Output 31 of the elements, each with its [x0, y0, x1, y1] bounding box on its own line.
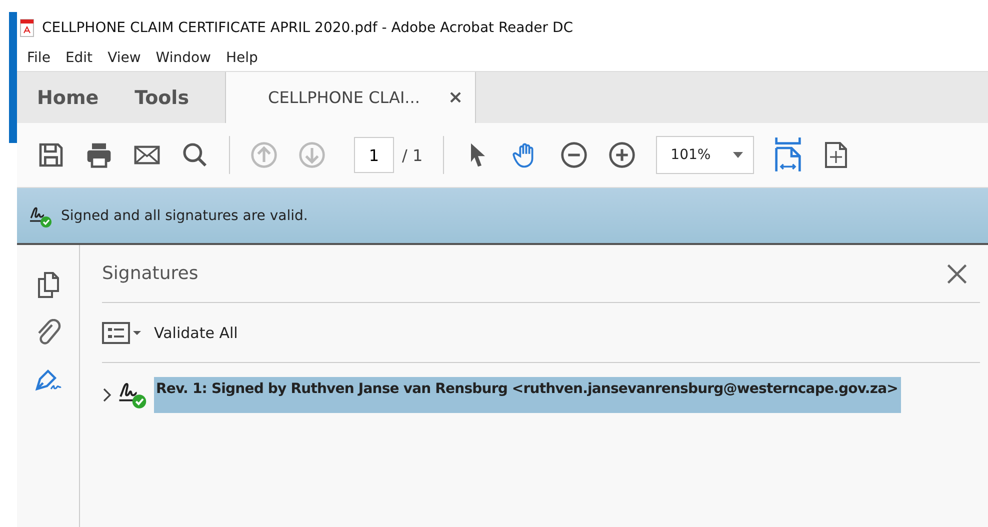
page-total: / 1	[402, 146, 423, 164]
validate-all-button[interactable]: Validate All	[154, 324, 238, 342]
zoom-dropdown[interactable]: 101%	[656, 136, 754, 174]
document-tab[interactable]: CELLPHONE CLAI... ×	[225, 72, 476, 123]
print-icon[interactable]	[85, 141, 113, 169]
menu-item[interactable]: View	[108, 50, 141, 66]
paperclip-icon[interactable]	[35, 319, 61, 347]
expand-icon[interactable]	[102, 388, 112, 402]
nav-tab[interactable]: Tools	[116, 72, 208, 123]
menu-item[interactable]: Window	[156, 50, 211, 66]
fit-width-icon[interactable]	[774, 137, 802, 173]
search-icon[interactable]	[181, 141, 209, 169]
close-icon[interactable]	[946, 262, 968, 284]
pdf-file-icon	[20, 18, 34, 36]
panel-title: Signatures	[102, 263, 198, 284]
pages-icon[interactable]	[35, 271, 61, 299]
zoom-out-icon[interactable]	[560, 141, 588, 169]
save-icon[interactable]	[37, 141, 65, 169]
menu-item[interactable]: Edit	[65, 50, 93, 66]
tab-label: CELLPHONE CLAI...	[268, 88, 420, 107]
close-tab-button[interactable]: ×	[448, 87, 464, 108]
banner-text: Signed and all signatures are valid.	[61, 208, 308, 224]
caret-icon	[732, 152, 743, 158]
nav-tab[interactable]: Home	[17, 72, 117, 123]
zoom-in-icon[interactable]	[608, 141, 636, 169]
window-title: CELLPHONE CLAIM CERTIFICATE APRIL 2020.pdf - Adobe Acrobat Reader DC	[42, 20, 574, 36]
menu-item[interactable]: Help	[226, 50, 258, 66]
signature-entry[interactable]: Rev. 1: Signed by Ruthven Janse van Rensburg <ruthven.jansevanrensburg@westerncape.gov.za>	[154, 377, 901, 413]
options-menu-icon[interactable]	[102, 320, 142, 344]
page-field[interactable]: 1	[354, 137, 394, 173]
menu-item[interactable]: File	[27, 50, 50, 66]
